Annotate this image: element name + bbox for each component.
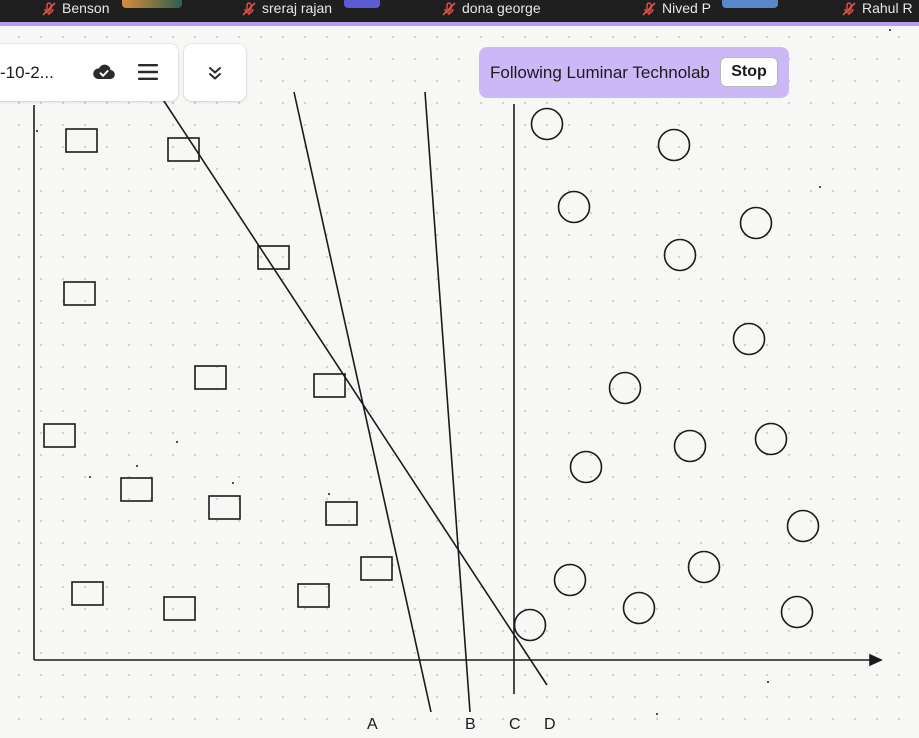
circle-point[interactable] (732, 322, 766, 356)
separator-line-d[interactable] (159, 94, 548, 686)
square-point[interactable] (65, 128, 98, 153)
square-point[interactable] (313, 373, 346, 398)
circle-point[interactable] (569, 450, 603, 484)
circle-point[interactable] (553, 563, 587, 597)
circle-point[interactable] (663, 238, 697, 272)
square-point[interactable] (208, 495, 241, 520)
square-point[interactable] (297, 583, 330, 608)
circle-point[interactable] (673, 429, 707, 463)
circle-point[interactable] (557, 190, 591, 224)
file-toolbar: -10-2... (0, 44, 178, 101)
following-banner: Following Luminar Technolab Stop (479, 47, 789, 98)
circle-point[interactable] (786, 509, 820, 543)
line-label-a: A (367, 716, 378, 733)
collapse-toolbar-button[interactable] (184, 44, 246, 101)
main-menu-button[interactable] (133, 57, 163, 87)
separator-line-b[interactable] (424, 91, 471, 713)
whiteboard-canvas[interactable]: A B C D (0, 0, 919, 738)
square-point[interactable] (257, 245, 290, 270)
circle-point[interactable] (657, 128, 691, 162)
cloud-check-icon (93, 64, 115, 80)
square-point[interactable] (194, 365, 227, 390)
separator-line-a[interactable] (293, 91, 432, 713)
cloud-sync-button[interactable] (89, 57, 119, 87)
x-axis-arrowhead (869, 653, 883, 667)
square-point[interactable] (360, 556, 393, 581)
circle-point[interactable] (530, 107, 564, 141)
square-point[interactable] (120, 477, 153, 502)
square-point[interactable] (325, 501, 358, 526)
line-label-c: C (509, 716, 521, 733)
square-point[interactable] (63, 281, 96, 306)
following-text: Following Luminar Technolab (490, 62, 710, 82)
square-point[interactable] (167, 137, 200, 162)
circle-point[interactable] (622, 591, 656, 625)
square-point[interactable] (71, 581, 104, 606)
circle-point[interactable] (513, 608, 547, 642)
square-point[interactable] (163, 596, 196, 621)
circle-point[interactable] (687, 550, 721, 584)
circle-point[interactable] (608, 371, 642, 405)
circle-point[interactable] (780, 595, 814, 629)
line-label-d: D (544, 716, 556, 733)
square-point[interactable] (43, 423, 76, 448)
file-name[interactable]: -10-2... (0, 63, 54, 83)
circle-point[interactable] (754, 422, 788, 456)
stop-following-button[interactable]: Stop (720, 57, 778, 87)
line-label-b: B (465, 716, 476, 733)
hamburger-menu-icon (138, 64, 158, 80)
circle-point[interactable] (739, 206, 773, 240)
chevrons-down-icon (209, 66, 221, 79)
